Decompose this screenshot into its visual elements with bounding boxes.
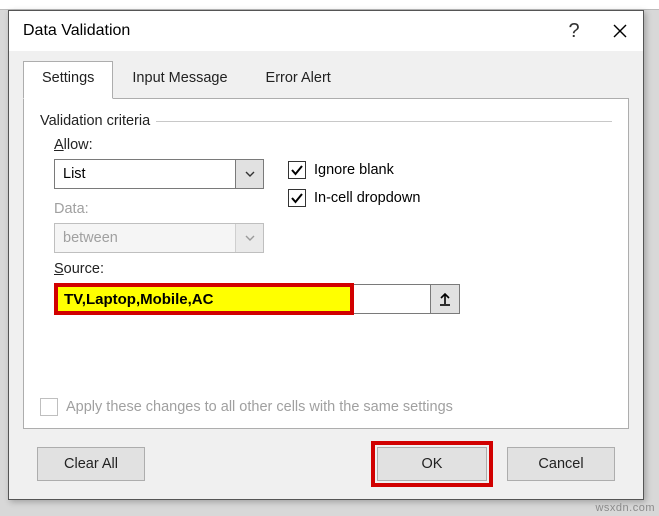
data-value: between [55,224,235,252]
check-icon [290,192,304,204]
data-label-rest: ata: [64,201,88,217]
fieldset-legend-text: Validation criteria [40,113,150,129]
footer-right: OK Cancel [371,441,615,487]
dialog-footer: Clear All OK Cancel [23,429,629,487]
window-controls: ? [551,11,643,51]
chevron-down-icon [245,171,255,177]
dialog-title: Data Validation [23,22,130,40]
dialog-body: Settings Input Message Error Alert Valid… [9,51,643,499]
checkbox-col: Ignore blank In-cell dropdown [288,137,420,207]
source-label: Source: [54,261,612,277]
settings-panel: Validation criteria Allow: List Data: be… [23,99,629,429]
apply-changes-label: Apply these changes to all other cells w… [66,399,453,415]
range-select-icon [438,292,452,306]
collapse-dialog-button[interactable] [430,284,460,314]
allow-combo[interactable]: List [54,159,264,189]
source-section: Source: TV,Laptop,Mobile,AC [54,261,612,315]
validation-criteria-label: Validation criteria [40,113,612,129]
ok-highlight: OK [371,441,493,487]
fieldset-line [156,121,612,122]
ignore-blank-label: Ignore blank [314,162,394,178]
allow-label-u: A [54,137,64,153]
incell-dropdown-checkbox[interactable]: In-cell dropdown [288,189,420,207]
allow-col: Allow: List Data: between [54,137,264,253]
help-button[interactable]: ? [551,11,597,51]
parent-window-strip [0,0,659,10]
source-input[interactable]: TV,Laptop,Mobile,AC [54,283,354,315]
data-label-u: D [54,201,64,217]
tab-strip: Settings Input Message Error Alert [23,61,629,99]
close-icon [613,24,627,38]
tab-input-message[interactable]: Input Message [113,61,246,99]
close-button[interactable] [597,11,643,51]
titlebar: Data Validation ? [9,11,643,51]
checkbox-box [288,161,306,179]
data-combo: between [54,223,264,253]
data-validation-dialog: Data Validation ? Settings Input Message… [8,10,644,500]
apply-changes-row: Apply these changes to all other cells w… [40,398,453,416]
tab-settings[interactable]: Settings [23,61,113,99]
source-label-rest: ource: [64,261,104,277]
tab-error-alert[interactable]: Error Alert [247,61,350,99]
incell-dropdown-label: In-cell dropdown [314,190,420,206]
checkbox-box [40,398,58,416]
source-label-u: S [54,261,64,277]
watermark: wsxdn.com [595,502,655,514]
data-dropdown-button [235,224,263,252]
checkbox-box [288,189,306,207]
data-label: Data: [54,201,264,217]
allow-dropdown-button[interactable] [235,160,263,188]
allow-label: Allow: [54,137,264,153]
chevron-down-icon [245,235,255,241]
allow-label-rest: llow: [64,137,93,153]
source-input-extension[interactable] [354,284,430,314]
ignore-blank-checkbox[interactable]: Ignore blank [288,161,420,179]
cancel-button[interactable]: Cancel [507,447,615,481]
criteria-row: Allow: List Data: between [54,137,612,253]
allow-value: List [55,160,235,188]
source-row: TV,Laptop,Mobile,AC [54,283,612,315]
ok-button[interactable]: OK [377,447,487,481]
check-icon [290,164,304,176]
apply-changes-checkbox: Apply these changes to all other cells w… [40,398,453,416]
clear-all-button[interactable]: Clear All [37,447,145,481]
